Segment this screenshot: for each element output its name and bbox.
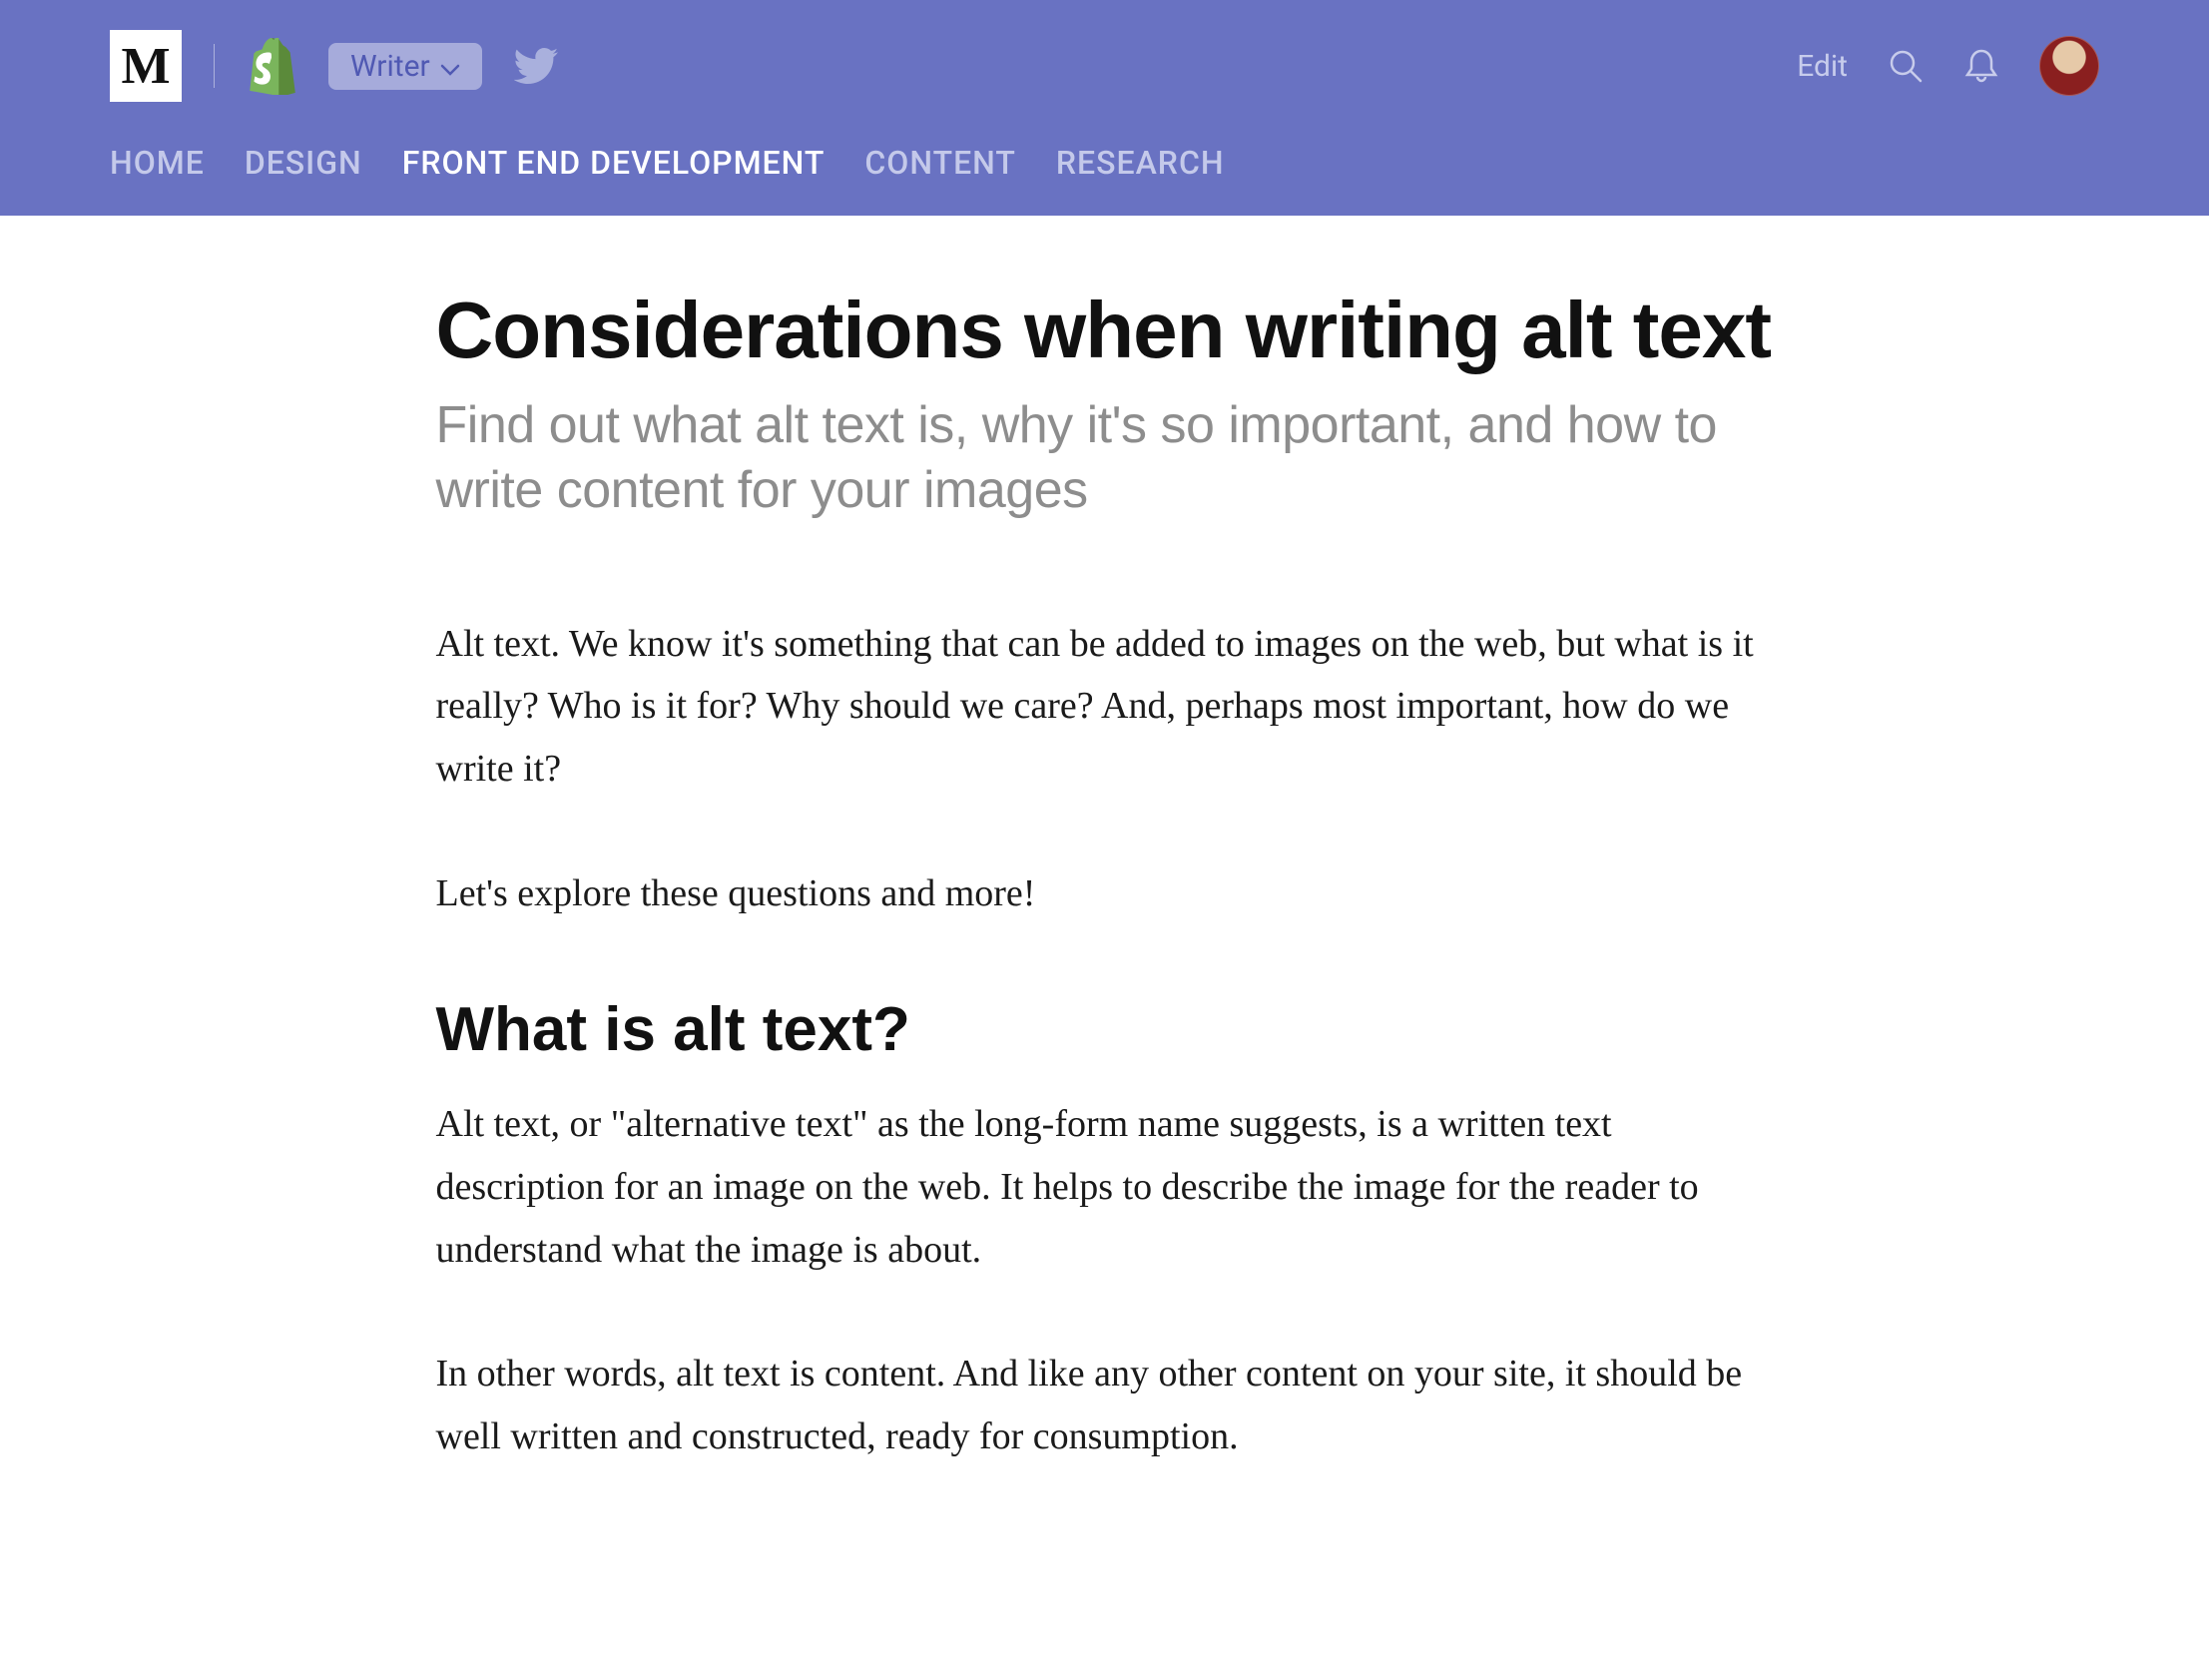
header-top-row: M Writer Edit xyxy=(0,0,2209,122)
logo-divider xyxy=(214,44,215,88)
nav-item-design[interactable]: DESIGN xyxy=(245,144,362,182)
user-avatar[interactable] xyxy=(2039,36,2099,96)
edit-link[interactable]: Edit xyxy=(1797,49,1848,84)
article-paragraph: Let's explore these questions and more! xyxy=(436,862,1774,925)
writer-dropdown-label: Writer xyxy=(350,49,430,84)
primary-nav: HOME DESIGN FRONT END DEVELOPMENT CONTEN… xyxy=(0,122,2209,216)
article-body: Alt text. We know it's something that ca… xyxy=(436,613,1774,1468)
medium-logo-icon[interactable]: M xyxy=(110,30,182,102)
article-paragraph: Alt text, or "alternative text" as the l… xyxy=(436,1093,1774,1281)
twitter-icon[interactable] xyxy=(514,48,558,84)
site-header: M Writer Edit xyxy=(0,0,2209,216)
nav-item-home[interactable]: HOME xyxy=(110,144,205,182)
search-icon[interactable] xyxy=(1888,48,1924,84)
article-paragraph: Alt text. We know it's something that ca… xyxy=(436,613,1774,801)
shopify-logo-icon[interactable] xyxy=(247,37,296,95)
nav-item-content[interactable]: CONTENT xyxy=(864,144,1016,182)
nav-item-front-end[interactable]: FRONT END DEVELOPMENT xyxy=(402,144,826,182)
nav-item-research[interactable]: RESEARCH xyxy=(1056,144,1225,182)
article-heading: What is alt text? xyxy=(436,994,1774,1065)
article-paragraph: In other words, alt text is content. And… xyxy=(436,1343,1774,1467)
article-container: Considerations when writing alt text Fin… xyxy=(376,216,1834,1468)
article-subtitle: Find out what alt text is, why it's so i… xyxy=(436,393,1774,523)
header-left-group: M Writer xyxy=(110,30,558,102)
chevron-down-icon xyxy=(440,49,460,84)
notifications-bell-icon[interactable] xyxy=(1963,47,1999,85)
writer-dropdown[interactable]: Writer xyxy=(328,43,482,90)
article-title: Considerations when writing alt text xyxy=(436,285,1774,375)
header-right-group: Edit xyxy=(1797,36,2099,96)
